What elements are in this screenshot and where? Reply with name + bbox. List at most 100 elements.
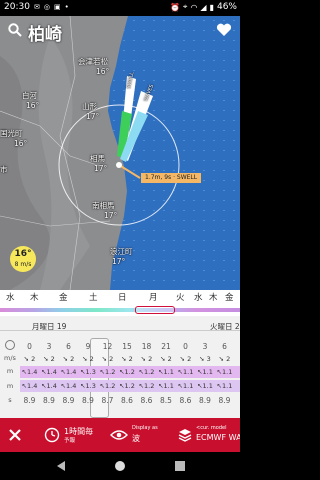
period-cell: 8.5 (160, 396, 172, 405)
period-cell: 8.9 (43, 396, 55, 405)
swell-height-cell: ↖1.1 (216, 382, 233, 390)
wave-height-cell: ↖1.3 (80, 368, 96, 376)
hour-cell: 15 (122, 342, 132, 351)
favorite-heart-icon[interactable] (216, 23, 232, 37)
location-icon: ⌖ (182, 2, 188, 11)
swell-height-cell: ↖1.4 (21, 382, 38, 390)
search-icon[interactable] (8, 23, 22, 37)
status-bar: 20:30 ✉ ◎ ▣ • ⏰ ⌖ ◠ ◢ ▮ 46% (0, 0, 240, 16)
day-label[interactable]: 木 (30, 291, 39, 303)
hour-cell: 9 (85, 342, 91, 351)
row-label: m/s (4, 354, 16, 362)
wave-height-cell: ↖1.4 (60, 368, 77, 376)
eye-icon (110, 430, 128, 440)
timeline-color-stripe (0, 308, 240, 312)
alarm-icon: ⏰ (169, 2, 180, 12)
hour-cell: 3 (46, 342, 52, 351)
swell-height-cell: ↖1.2 (138, 382, 155, 390)
home-icon[interactable] (114, 460, 126, 472)
app-root: 20:30 ✉ ◎ ▣ • ⏰ ⌖ ◠ ◢ ▮ 46% 会津若松 16° 白河 … (0, 0, 240, 480)
clock-icon (44, 427, 60, 443)
period-cell: 8.9 (82, 396, 94, 405)
status-system-icons: ⏰ ⌖ ◠ ◢ ▮ 46% (170, 2, 237, 12)
period-cell: 8.9 (23, 396, 36, 405)
day-selector[interactable]: 水 木 金 土 日 月 火 水 木 金 (0, 290, 240, 304)
day-label[interactable]: 土 (89, 291, 98, 303)
interval-button[interactable]: 1時間毎 予報 (44, 424, 104, 448)
battery-percent: 46% (216, 2, 237, 12)
swell-height-cell: ↖1.4 (60, 382, 77, 390)
temperature-badge[interactable]: 16° 8 m/s (10, 246, 36, 272)
model-value: ECMWF WAM (196, 433, 240, 442)
forecast-table[interactable]: 月曜日 19 火曜日 2 m/s m m s 0 3 6 9 12 15 18 21 0 3 6 ➘ … (0, 316, 240, 418)
city-label: 市 (0, 165, 8, 174)
hour-cell: 12 (102, 342, 113, 351)
timeline-selection[interactable] (135, 306, 175, 314)
row-label: m (6, 382, 14, 390)
wave-height-cell: ↖1.1 (158, 368, 174, 376)
swell-height-cell: ↖1.1 (158, 382, 174, 390)
swell-height-cell: ↖1.4 (41, 382, 57, 390)
day-label[interactable]: 金 (225, 291, 234, 303)
wave-height-cell: ↖1.2 (138, 368, 155, 376)
swell-height-cell: ↖1.2 (99, 382, 116, 390)
recents-icon[interactable] (175, 461, 185, 471)
back-icon[interactable] (56, 461, 66, 471)
model-button[interactable]: <cur. model ECMWF WAM (178, 424, 240, 448)
day-label[interactable]: 日 (118, 291, 127, 303)
layers-icon (178, 429, 192, 442)
hour-cell: 18 (141, 342, 152, 351)
period-cell: 8.9 (218, 396, 231, 405)
day-label[interactable]: 金 (59, 291, 68, 303)
wave-height-cell: ↖1.2 (99, 368, 116, 376)
wind-period-cell: ➘ 2 (121, 355, 133, 363)
city-label: 国光町 16° (0, 129, 28, 148)
dot-icon: • (64, 3, 69, 11)
swell-height-cell: ↖1.1 (197, 382, 213, 390)
table-divider (0, 330, 240, 331)
wind-period-cell: ➘ 2 (101, 355, 114, 363)
app-notification-icon: ◎ (43, 3, 50, 11)
display-as-button[interactable]: Display as 波 (110, 424, 170, 448)
wave-height-cell: ↖1.1 (216, 368, 233, 376)
interval-sub: 予報 (64, 438, 76, 444)
period-cell: 8.7 (101, 396, 114, 405)
city-label: 会津若松 16° (78, 57, 110, 76)
wind-period-cell: ➘ 2 (179, 355, 192, 363)
wifi-icon: ◠ (190, 2, 198, 12)
weather-map[interactable]: 会津若松 16° 白河 16° 山形 17° 国光町 16° 市 相馬 17° 南相馬 17… (0, 16, 240, 290)
swell-height-cell: ↖1.1 (177, 382, 194, 390)
wind-period-cell: ➘ 2 (43, 355, 55, 363)
row-label: s (8, 396, 12, 404)
bottom-toolbar: 1時間毎 予報 Display as 波 <cur. model ECMWF W… (0, 418, 240, 452)
day-label[interactable]: 水 (194, 291, 203, 303)
wave-height-cell: ↖1.1 (177, 368, 194, 376)
wind-period-cell: ➘ 2 (140, 355, 153, 363)
day-label[interactable]: 木 (209, 291, 218, 303)
hour-cell: 6 (222, 342, 227, 351)
hour-cell: 3 (202, 342, 208, 351)
wind-period-cell: ➘ 2 (62, 355, 75, 363)
wind-period-cell: ➘ 3 (199, 355, 211, 363)
location-title[interactable]: 柏崎 (28, 20, 62, 45)
period-cell: 8.6 (121, 396, 133, 405)
city-label: 相馬 17° (90, 154, 108, 173)
wave-height-cell: ↖1.1 (197, 368, 213, 376)
period-cell: 8.6 (179, 396, 192, 405)
day-label[interactable]: 月 (149, 291, 158, 303)
wind-period-cell: ➘ 2 (160, 355, 172, 363)
swell-info-tag[interactable]: 1.7m, 9s · SWELL (141, 173, 202, 183)
period-cell: 8.9 (62, 396, 75, 405)
signal-icon: ◢ (200, 2, 207, 12)
row-label: m (6, 367, 14, 375)
wind-period-cell: ➘ 2 (218, 355, 231, 363)
search-bar: 柏崎 (0, 16, 240, 48)
close-icon[interactable] (8, 428, 22, 442)
day-label[interactable]: 火 (176, 291, 185, 303)
hour-cell: 0 (27, 342, 32, 351)
display-as-label: Display as (132, 425, 158, 431)
wave-height-cell: ↖1.4 (21, 368, 38, 376)
photo-icon: ▣ (53, 3, 61, 11)
day-label[interactable]: 水 (6, 291, 15, 303)
city-label: 浪江町 17° (110, 247, 133, 266)
